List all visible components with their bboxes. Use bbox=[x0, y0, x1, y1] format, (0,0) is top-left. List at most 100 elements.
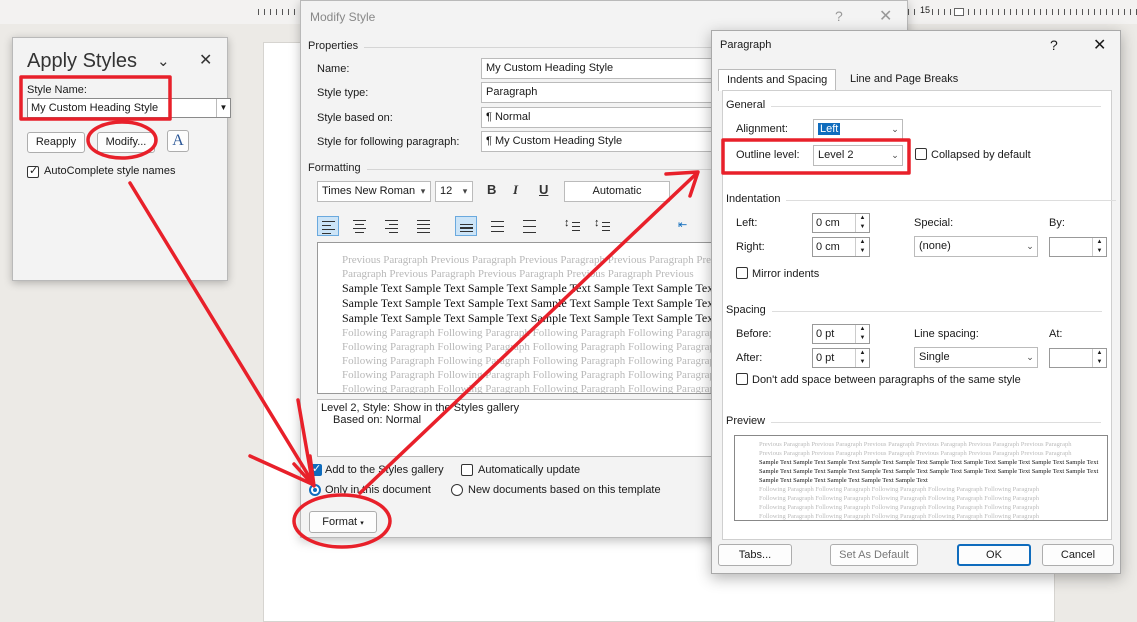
add-to-gallery-label: Add to the Styles gallery bbox=[325, 464, 444, 476]
based-on-label: Style based on: bbox=[317, 112, 393, 124]
preview-sample-line: Sample Text Sample Text Sample Text Samp… bbox=[759, 468, 1099, 475]
set-as-default-button[interactable]: Set As Default bbox=[830, 544, 918, 566]
alignment-select[interactable]: Left ⌄ bbox=[813, 119, 903, 140]
at-spinner[interactable]: ▲ ▼ bbox=[1049, 348, 1107, 368]
chevron-down-icon[interactable]: ⌄ bbox=[157, 52, 170, 70]
preview-sample-line: Sample Text Sample Text Sample Text Samp… bbox=[759, 477, 928, 484]
special-value: (none) bbox=[919, 240, 951, 252]
preview-sample-line: Sample Text Sample Text Sample Text Samp… bbox=[342, 281, 717, 295]
autocomplete-label: AutoComplete style names bbox=[44, 165, 176, 177]
tab-indents-spacing[interactable]: Indents and Spacing bbox=[718, 69, 837, 91]
before-spinner[interactable]: 0 pt ▲ ▼ bbox=[812, 324, 870, 344]
font-color-select[interactable]: Automatic bbox=[564, 181, 670, 202]
spin-arrows-icon[interactable]: ▲ ▼ bbox=[1092, 238, 1106, 256]
after-label: After: bbox=[736, 352, 763, 364]
one-half-spacing-button[interactable] bbox=[487, 216, 509, 236]
modify-style-title: Modify Style bbox=[310, 10, 376, 24]
spin-arrows-icon[interactable]: ▲ ▼ bbox=[855, 214, 869, 232]
special-label: Special: bbox=[914, 217, 954, 229]
chevron-down-icon[interactable]: ▾ bbox=[458, 182, 472, 201]
chevron-down-icon[interactable]: ▾ bbox=[416, 182, 430, 201]
styles-pane-icon[interactable]: A bbox=[167, 130, 189, 152]
based-on-select[interactable]: ¶ Normal bbox=[481, 107, 721, 128]
close-icon[interactable]: ✕ bbox=[1093, 35, 1106, 55]
ruler-number: 15 bbox=[918, 5, 933, 15]
outline-level-select[interactable]: Level 2 ⌄ bbox=[813, 145, 903, 166]
style-name-value: My Custom Heading Style bbox=[31, 102, 159, 114]
double-spacing-button[interactable] bbox=[519, 216, 541, 236]
ruler-indent-marker[interactable] bbox=[954, 8, 964, 16]
chevron-down-icon[interactable]: ⌄ bbox=[888, 146, 902, 165]
preview-heading: Preview bbox=[726, 415, 1103, 427]
style-name-combobox[interactable]: My Custom Heading Style ▼ bbox=[27, 98, 231, 118]
font-size-value: 12 bbox=[440, 185, 453, 197]
preview-following-line: Following Paragraph Following Paragraph … bbox=[759, 504, 1040, 511]
by-spinner[interactable]: ▲ ▼ bbox=[1049, 237, 1107, 257]
modify-style-titlebar: Modify Style ? ✕ bbox=[301, 1, 907, 33]
line-spacing-select[interactable]: Single ⌄ bbox=[914, 347, 1038, 368]
chevron-down-icon[interactable]: ⌄ bbox=[1023, 348, 1037, 367]
new-documents-radio[interactable] bbox=[451, 484, 463, 496]
at-label: At: bbox=[1049, 328, 1063, 340]
left-indent-spinner[interactable]: 0 cm ▲ ▼ bbox=[812, 213, 870, 233]
tab-line-page-breaks[interactable]: Line and Page Breaks bbox=[842, 69, 966, 91]
spin-arrows-icon[interactable]: ▲ ▼ bbox=[855, 238, 869, 256]
chevron-down-icon[interactable]: ⌄ bbox=[1023, 237, 1037, 256]
autocomplete-checkbox[interactable] bbox=[27, 164, 39, 178]
special-select[interactable]: (none) ⌄ bbox=[914, 236, 1038, 257]
bold-button[interactable]: B bbox=[487, 182, 496, 197]
name-field[interactable]: My Custom Heading Style bbox=[481, 58, 721, 79]
caret-down-icon: ▾ bbox=[360, 520, 364, 527]
format-button[interactable]: Format ▾ bbox=[309, 511, 377, 533]
following-style-label: Style for following paragraph: bbox=[317, 136, 460, 148]
format-button-label: Format bbox=[322, 516, 358, 528]
decrease-indent-button[interactable]: ⇤ bbox=[675, 216, 697, 236]
only-this-document-radio[interactable] bbox=[309, 484, 321, 496]
close-icon[interactable]: ✕ bbox=[879, 6, 892, 26]
after-spinner[interactable]: 0 pt ▲ ▼ bbox=[812, 348, 870, 368]
description-line: Level 2, Style: Show in the Styles galle… bbox=[321, 402, 520, 414]
help-icon[interactable]: ? bbox=[1050, 37, 1058, 53]
dropdown-arrow-icon[interactable]: ▼ bbox=[216, 99, 230, 117]
font-select[interactable]: Times New Roman ▾ bbox=[317, 181, 431, 202]
spin-arrows-icon[interactable]: ▲ ▼ bbox=[855, 325, 869, 343]
preview-following-line: Following Paragraph Following Paragraph … bbox=[342, 369, 717, 381]
align-center-button[interactable] bbox=[349, 216, 371, 236]
dont-add-space-checkbox[interactable] bbox=[736, 373, 748, 385]
spin-arrows-icon[interactable]: ▲ ▼ bbox=[855, 349, 869, 367]
outline-level-label: Outline level: bbox=[736, 149, 800, 161]
paragraph-dialog: Paragraph ? ✕ Indents and Spacing Line a… bbox=[711, 30, 1121, 574]
preview-following-line: Following Paragraph Following Paragraph … bbox=[342, 341, 717, 353]
mirror-indents-checkbox[interactable] bbox=[736, 267, 748, 279]
justify-button[interactable] bbox=[413, 216, 435, 236]
preview-following-line: Following Paragraph Following Paragraph … bbox=[342, 383, 717, 394]
align-right-button[interactable] bbox=[381, 216, 403, 236]
tabs-button[interactable]: Tabs... bbox=[718, 544, 792, 566]
italic-button[interactable]: I bbox=[513, 182, 518, 198]
apply-styles-pane: Apply Styles ⌄ ✕ Style Name: My Custom H… bbox=[12, 37, 231, 281]
font-size-select[interactable]: 12 ▾ bbox=[435, 181, 473, 202]
style-type-select[interactable]: Paragraph bbox=[481, 82, 721, 103]
ruler-ticks-left bbox=[258, 9, 304, 15]
preview-previous-line: Paragraph Previous Paragraph Previous Pa… bbox=[342, 268, 694, 280]
space-after-button[interactable]: ↕ bbox=[591, 216, 613, 236]
ok-button[interactable]: OK bbox=[957, 544, 1031, 566]
underline-button[interactable]: U bbox=[539, 182, 548, 197]
add-to-gallery-checkbox[interactable] bbox=[310, 462, 322, 476]
align-left-button[interactable] bbox=[317, 216, 339, 236]
spin-arrows-icon[interactable]: ▲ ▼ bbox=[1092, 349, 1106, 367]
chevron-down-icon[interactable]: ⌄ bbox=[888, 120, 902, 139]
cancel-button[interactable]: Cancel bbox=[1042, 544, 1114, 566]
collapsed-checkbox[interactable] bbox=[915, 148, 927, 160]
space-before-button[interactable]: ↕ bbox=[561, 216, 583, 236]
right-indent-spinner[interactable]: 0 cm ▲ ▼ bbox=[812, 237, 870, 257]
general-heading: General bbox=[726, 99, 1103, 111]
auto-update-checkbox[interactable] bbox=[461, 464, 473, 476]
help-icon[interactable]: ? bbox=[835, 8, 843, 24]
following-style-select[interactable]: ¶ My Custom Heading Style bbox=[481, 131, 721, 152]
single-spacing-button[interactable] bbox=[455, 216, 477, 236]
modify-button[interactable]: Modify... bbox=[97, 132, 155, 153]
close-icon[interactable]: ✕ bbox=[199, 50, 212, 70]
reapply-button[interactable]: Reapply bbox=[27, 132, 85, 153]
preview-following-line: Following Paragraph Following Paragraph … bbox=[342, 355, 717, 367]
